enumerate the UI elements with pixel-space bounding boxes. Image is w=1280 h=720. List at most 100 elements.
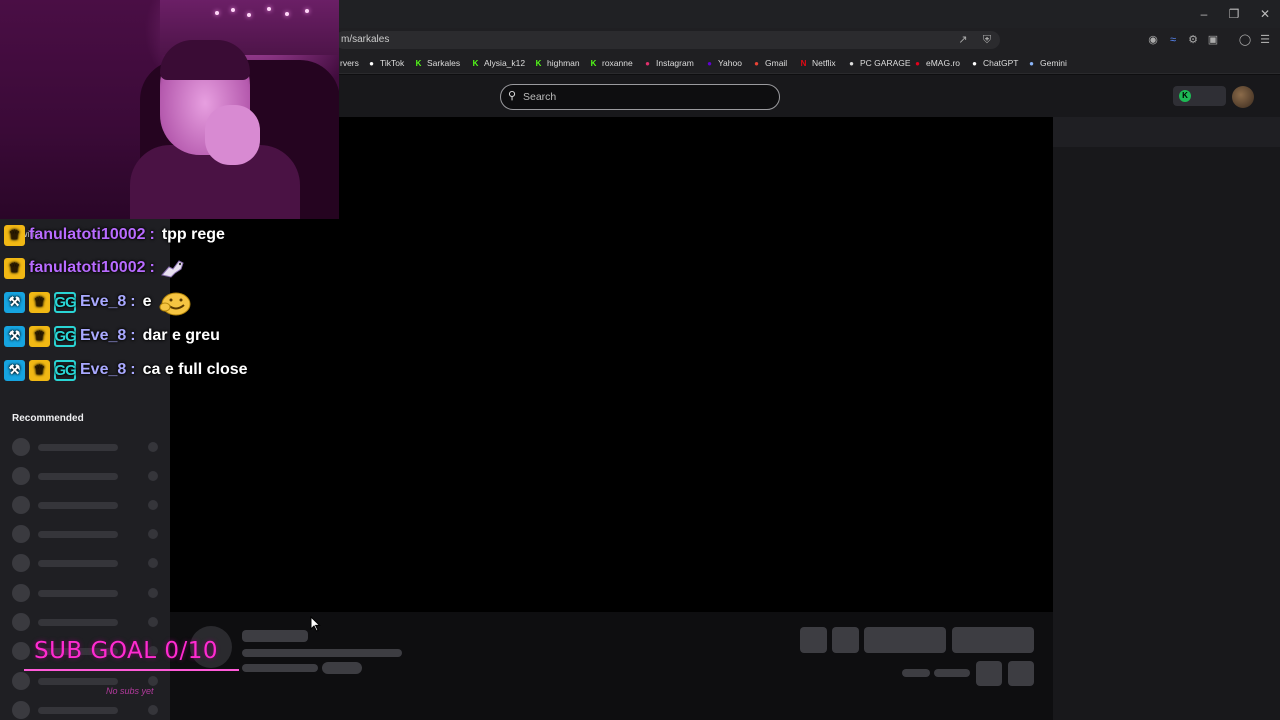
moderator-badge-icon: ⚒	[4, 359, 25, 381]
channel-avatar-skeleton	[12, 672, 30, 690]
chat-username[interactable]: fanulatoti10002	[29, 226, 145, 244]
glasses-icon[interactable]: ◉	[1146, 33, 1160, 47]
wrench-icon: ●	[849, 58, 854, 68]
bookmark-gmail[interactable]: ● Gmail	[752, 56, 787, 70]
tag-skeleton	[322, 662, 362, 674]
crown-badge-icon: ♛	[29, 291, 50, 313]
streamer-name-skeleton	[242, 630, 308, 642]
kick-icon: K	[472, 58, 479, 68]
subscribe-button-skeleton	[952, 627, 1034, 653]
bookmark-tiktok[interactable]: ● TikTok	[367, 56, 404, 70]
category-skeleton	[242, 664, 318, 672]
bookmark-netflix[interactable]: N Netflix	[799, 56, 836, 70]
channel-avatar-skeleton	[12, 554, 30, 572]
speaker-icon[interactable]: ≈	[1166, 33, 1180, 47]
bookmark-emag-ro[interactable]: ● eMAG.ro	[913, 56, 960, 70]
follow-button-skeleton	[864, 627, 946, 653]
action-button-skeleton	[800, 627, 827, 653]
kick-icon: K	[415, 58, 422, 68]
bookmark-pc-garage[interactable]: ● PC GARAGE	[847, 56, 910, 70]
bookmark-alysia-k12[interactable]: K Alysia_k12	[471, 56, 526, 70]
bookmark-instagram[interactable]: ● Instagram	[643, 56, 694, 70]
viewer-count-skeleton	[148, 442, 158, 452]
channel-avatar-skeleton	[12, 701, 30, 719]
chat-separator: :	[130, 361, 136, 378]
bookmark-label: Gemini	[1040, 58, 1067, 68]
address-bar[interactable]: m/sarkales	[335, 31, 1000, 49]
close-icon[interactable]: ✕	[1257, 6, 1273, 22]
menu-icon[interactable]: ☰	[1258, 33, 1272, 47]
extensions-icon[interactable]: ⚙	[1186, 33, 1200, 47]
more-button-skeleton	[1008, 661, 1034, 686]
crown-badge-icon: ♛	[4, 224, 25, 246]
chat-username[interactable]: fanulatoti10002	[29, 259, 145, 277]
chat-username[interactable]: Eve_8	[80, 327, 126, 345]
kick-icon: K	[535, 58, 542, 68]
crown-badge-icon: ♛	[4, 257, 25, 279]
chat-separator: :	[130, 293, 136, 310]
bookmark-label: ChatGPT	[983, 58, 1019, 68]
action-button-skeleton	[832, 627, 859, 653]
chat-message: ♛ fanulatoti10002: tpp rege	[4, 223, 225, 247]
viewer-count-skeleton	[148, 529, 158, 539]
chat-panel	[1053, 117, 1280, 720]
yahoo-icon: ●	[707, 58, 712, 68]
channel-avatar-skeleton	[12, 438, 30, 456]
smile-emote	[156, 289, 192, 316]
viewer-count-skeleton	[148, 705, 158, 715]
chat-username[interactable]: Eve_8	[80, 361, 126, 379]
viewer-count-skeleton	[148, 558, 158, 568]
bookmark-highman[interactable]: Khighman	[534, 56, 580, 70]
bookmark-chatgpt[interactable]: ● ChatGPT	[970, 56, 1018, 70]
fairy-lights	[215, 5, 325, 17]
bookmark-label: Instagram	[656, 58, 694, 68]
search-input[interactable]: Search	[500, 84, 780, 110]
chat-text: ca e full close	[142, 361, 248, 378]
crown-badge-icon: ♛	[29, 359, 50, 381]
bookmark-yahoo[interactable]: ● Yahoo	[705, 56, 742, 70]
mouse-cursor-icon	[310, 616, 321, 632]
chat-username[interactable]: Eve_8	[80, 293, 126, 311]
kick-icon: K	[590, 58, 597, 68]
viewer-count-skeleton	[902, 669, 930, 677]
share-button-skeleton	[976, 661, 1002, 686]
restore-icon[interactable]: ❐	[1226, 6, 1242, 22]
channel-name-skeleton	[38, 560, 118, 567]
channel-name-skeleton	[38, 678, 118, 685]
search-placeholder: Search	[523, 91, 557, 103]
bookmark-sarkales[interactable]: K Sarkales	[414, 56, 460, 70]
channel-avatar-skeleton	[12, 584, 30, 602]
tiktok-icon: ●	[369, 58, 374, 68]
channel-avatar-skeleton	[12, 613, 30, 631]
gmail-icon: ●	[754, 58, 759, 68]
share-icon[interactable]: ↗	[956, 33, 970, 47]
avatar[interactable]	[1232, 86, 1254, 108]
bookmark-label: eMAG.ro	[926, 58, 961, 68]
chat-message: ⚒ ♛ GG Eve_8: ca e full close	[4, 358, 248, 382]
bookmark-label: Sarkales	[427, 58, 461, 68]
emag-icon: ●	[915, 58, 920, 68]
bookmark-rvers[interactable]: ●rvers	[340, 56, 359, 70]
minimize-icon[interactable]: –	[1196, 6, 1212, 22]
channel-name-skeleton	[38, 444, 118, 451]
bookmark-label: highman	[547, 58, 580, 68]
chat-message: ♛ fanulatoti10002:	[4, 256, 195, 280]
sub-goal-progress	[24, 669, 239, 671]
bookmark-gemini[interactable]: ● Gemini	[1027, 56, 1067, 70]
chat-message: ⚒ ♛ GG Eve_8: dar e greu	[4, 324, 220, 348]
chat-separator: :	[149, 226, 155, 243]
streamer-hand	[205, 105, 260, 165]
vpn-icon[interactable]: ◯	[1238, 33, 1252, 47]
kick-icon: K	[1179, 90, 1191, 102]
pony-emote	[159, 255, 195, 281]
sidebar-toggle-icon[interactable]: ▣	[1206, 33, 1220, 47]
sub-goal-status: No subs yet	[106, 686, 154, 696]
chat-separator: :	[149, 259, 155, 276]
chat-text: e	[142, 293, 152, 310]
viewer-count-skeleton	[148, 471, 158, 481]
brave-shield-icon[interactable]: ⛨	[980, 33, 994, 47]
chat-panel-header	[1053, 117, 1280, 147]
bookmark-roxanne[interactable]: Kroxanne	[589, 56, 633, 70]
channel-avatar-skeleton	[12, 467, 30, 485]
webcam-overlay	[0, 0, 339, 219]
